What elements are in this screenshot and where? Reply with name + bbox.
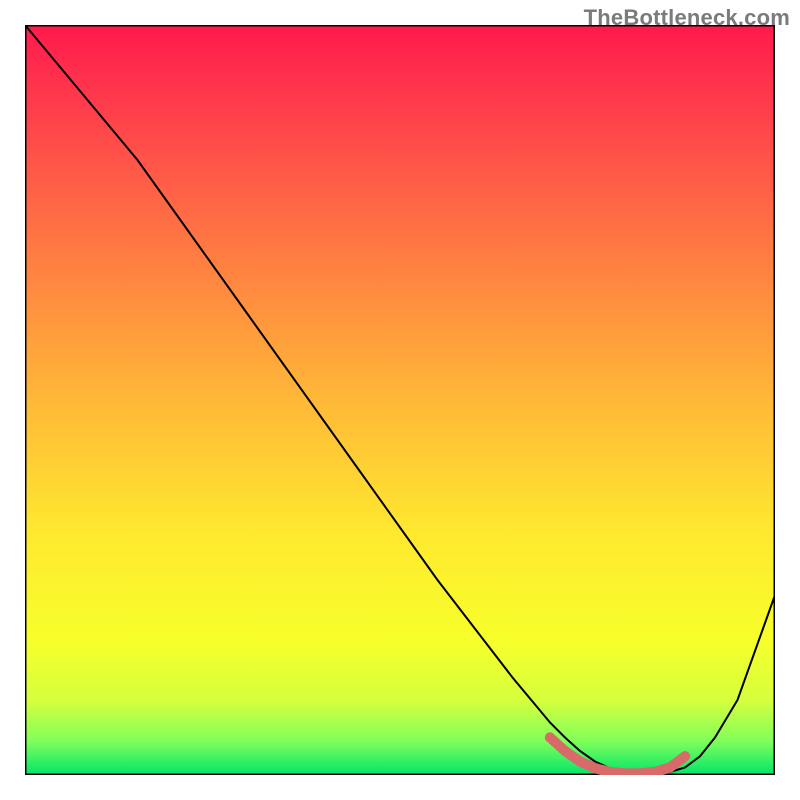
- plot-area: [25, 25, 775, 775]
- chart-frame: TheBottleneck.com: [0, 0, 800, 800]
- attribution-label: TheBottleneck.com: [584, 5, 790, 31]
- optimal-marker-dot: [680, 751, 690, 761]
- gradient-background: [25, 25, 775, 775]
- bottleneck-chart: [25, 25, 775, 775]
